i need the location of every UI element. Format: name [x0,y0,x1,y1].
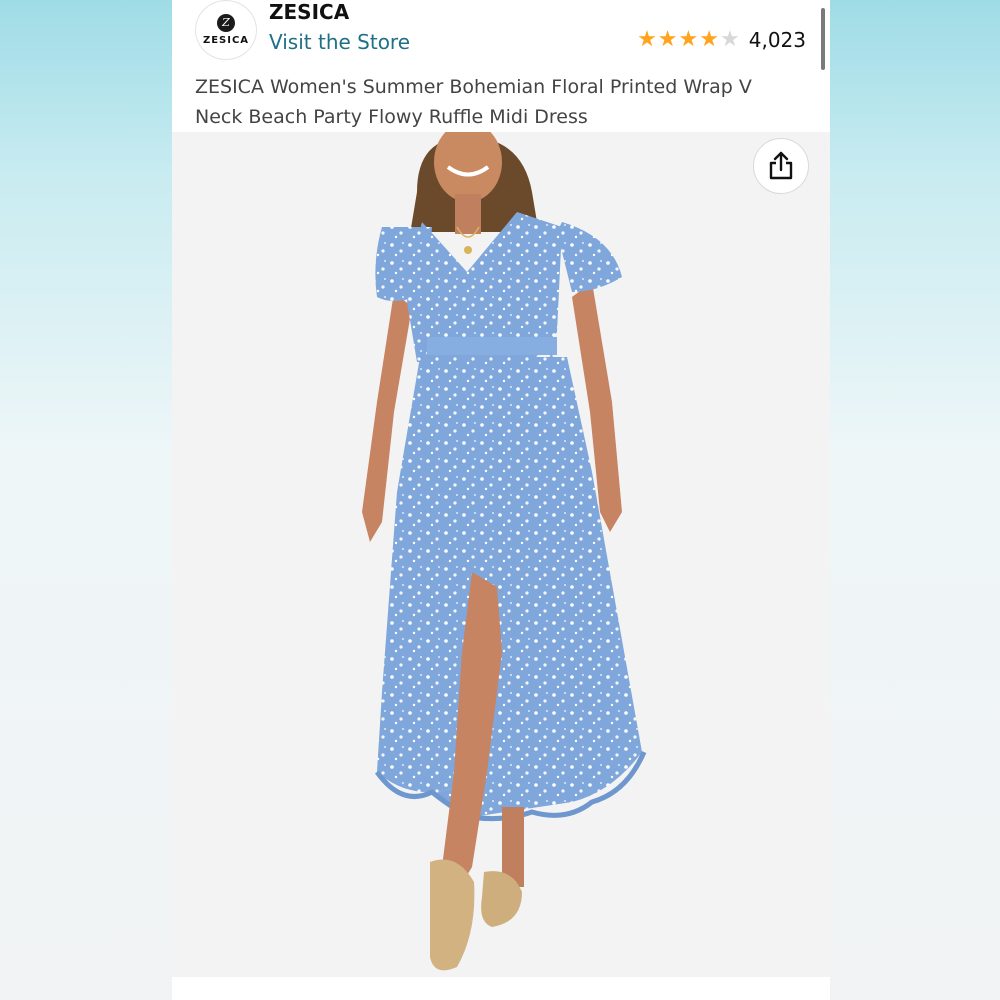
store-logo[interactable]: Z ZESICA [195,0,257,60]
star-empty-icon: ★ [720,27,740,52]
rating-summary[interactable]: ★ ★ ★ ★ ★ 4,023 [637,28,806,52]
product-photo[interactable] [172,132,830,977]
share-button[interactable] [753,138,809,194]
scrollbar[interactable] [821,8,825,70]
visit-store-link[interactable]: Visit the Store [269,30,410,54]
star-filled-icon: ★ [678,27,699,52]
star-filled-icon: ★ [637,27,657,52]
store-logo-text: ZESICA [202,35,250,46]
background-left-panel [0,0,172,1000]
zesica-logo-icon: Z [217,14,235,32]
background-right-panel [828,0,1000,1000]
product-title: ZESICA Women's Summer Bohemian Floral Pr… [195,76,752,128]
star-rating: ★ ★ ★ ★ ★ [637,29,741,51]
product-page: Z ZESICA ZESICA Visit the Store ★ ★ ★ ★ … [172,0,830,1000]
star-filled-icon: ★ [699,27,719,52]
review-count[interactable]: 4,023 [749,28,806,52]
product-image-gallery[interactable] [172,132,830,977]
brand-name: ZESICA [269,0,350,24]
share-icon [769,151,793,180]
star-filled-icon: ★ [657,27,678,52]
product-header: Z ZESICA ZESICA Visit the Store ★ ★ ★ ★ … [172,0,830,132]
